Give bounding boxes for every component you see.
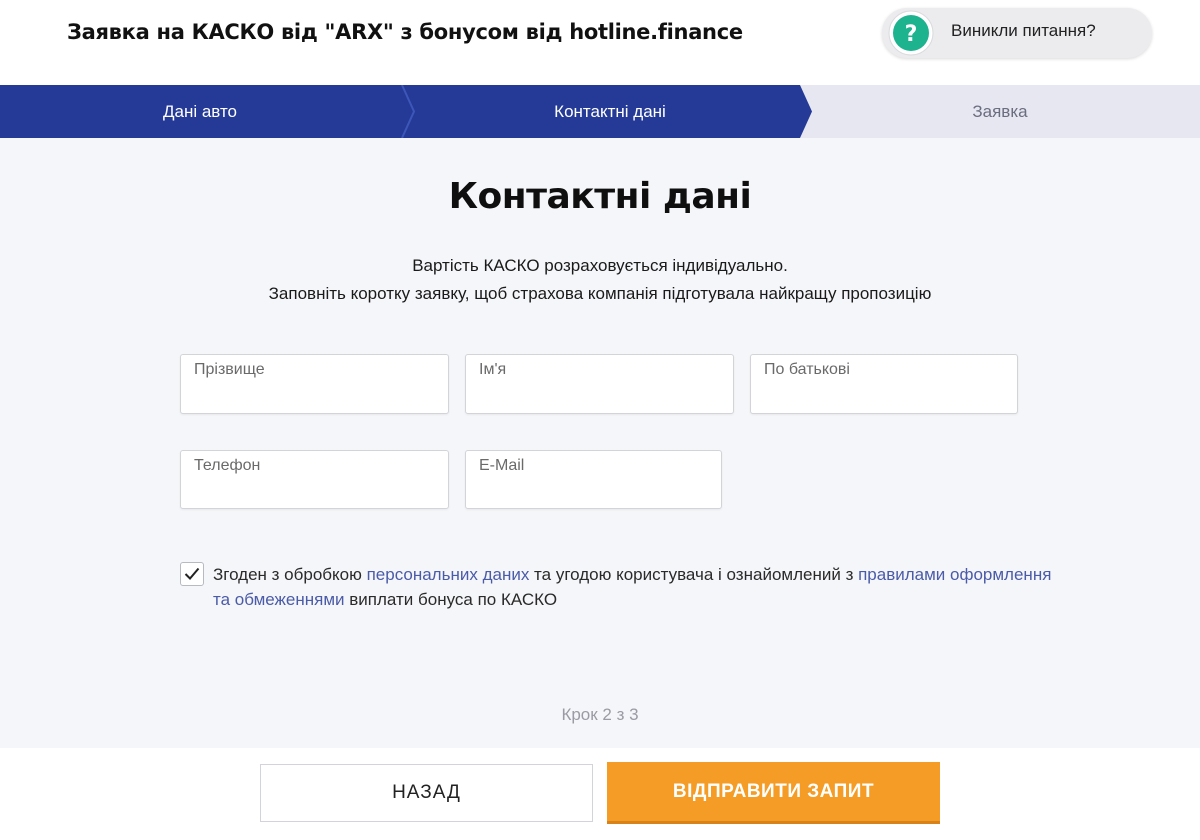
consent-checkbox[interactable] xyxy=(180,562,204,586)
help-button[interactable]: ? Виникли питання? xyxy=(882,8,1152,58)
personal-data-link[interactable]: персональних даних xyxy=(367,565,530,584)
surname-label: Прізвище xyxy=(194,361,265,378)
patronymic-label: По батькові xyxy=(764,361,850,378)
first-name-label: Ім'я xyxy=(479,361,507,378)
phone-input[interactable] xyxy=(194,479,435,497)
back-button[interactable]: НАЗАД xyxy=(260,764,593,822)
consent-text-part-2: та угодою користувача і ознайомлений з xyxy=(529,565,859,584)
first-name-field[interactable]: Ім'я xyxy=(465,354,734,414)
email-field[interactable]: E-Mail xyxy=(465,450,722,509)
subtitle-line-1: Вартість КАСКО розраховується індивідуал… xyxy=(412,256,788,275)
phone-label: Телефон xyxy=(194,457,261,474)
email-input[interactable] xyxy=(479,479,708,497)
patronymic-field[interactable]: По батькові xyxy=(750,354,1018,414)
consent-text-part-3: виплати бонуса по КАСКО xyxy=(344,590,558,609)
first-name-input[interactable] xyxy=(479,383,720,401)
consent-text-part-1: Згоден з обробкою xyxy=(213,565,367,584)
svg-text:?: ? xyxy=(905,22,918,47)
checkmark-icon xyxy=(184,567,200,580)
footer: НАЗАД ВІДПРАВИТИ ЗАПИТ xyxy=(0,748,1200,840)
page-header-title: Заявка на КАСКО від "ARX" з бонусом від … xyxy=(67,20,743,44)
page-title: Контактні дані xyxy=(448,176,752,217)
progress-steps: Дані авто Контактні дані Заявка xyxy=(0,85,1200,138)
surname-input[interactable] xyxy=(194,383,435,401)
surname-field[interactable]: Прізвище xyxy=(180,354,449,414)
step-contact-data: Контактні дані xyxy=(554,102,666,121)
email-label: E-Mail xyxy=(479,457,525,474)
patronymic-input[interactable] xyxy=(764,383,1004,401)
step-application: Заявка xyxy=(972,102,1028,121)
question-icon: ? xyxy=(884,10,938,56)
consent-text: Згоден з обробкою персональних даних та … xyxy=(213,562,1053,612)
phone-field[interactable]: Телефон xyxy=(180,450,449,509)
header: Заявка на КАСКО від "ARX" з бонусом від … xyxy=(0,0,1200,85)
step-car-data[interactable]: Дані авто xyxy=(100,102,300,122)
subtitle-line-2: Заповніть коротку заявку, щоб страхова к… xyxy=(268,284,932,303)
step-counter: Крок 2 з 3 xyxy=(561,705,639,724)
submit-button[interactable]: ВІДПРАВИТИ ЗАПИТ xyxy=(607,762,940,824)
help-label: Виникли питання? xyxy=(951,21,1096,40)
